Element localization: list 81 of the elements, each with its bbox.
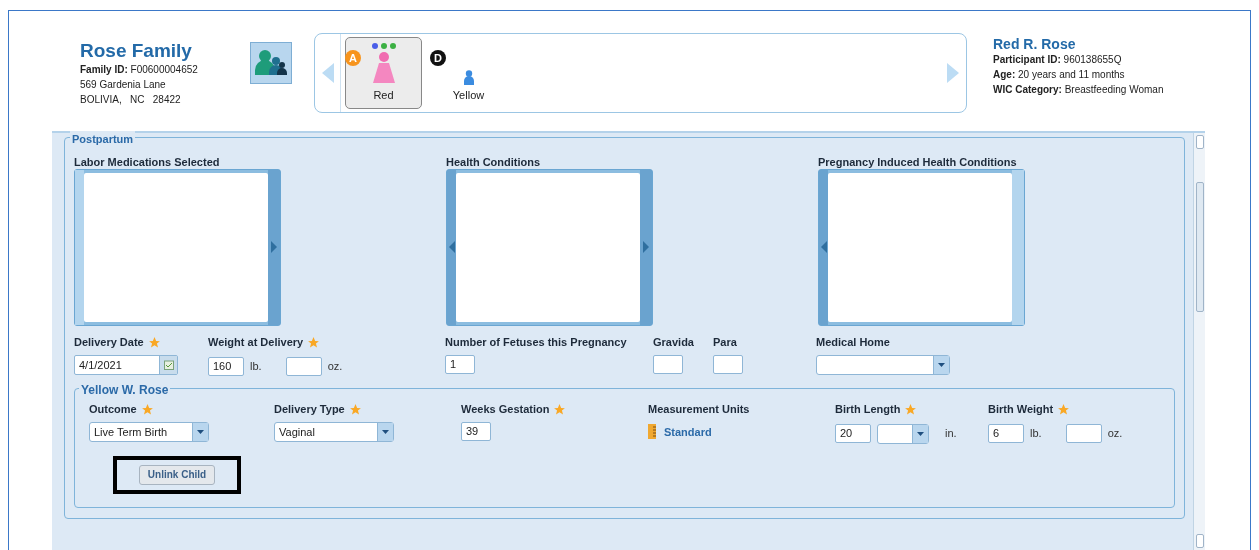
field-label: Delivery Type [274,402,345,418]
caret-icon [197,429,204,434]
input-field[interactable] [653,354,683,374]
dropdown[interactable] [877,423,929,444]
member-name: Yellow [452,87,485,103]
right-arrow-icon[interactable] [947,63,959,83]
input-field[interactable] [285,356,322,376]
participant-id: Participant ID: 960138655Q [993,52,1123,67]
field-label: Outcome [89,402,137,418]
list-edge[interactable] [447,169,456,325]
required-star-icon [307,336,321,349]
calendar-icon [163,359,174,370]
address-line: 569 Gardenia Lane [80,77,167,92]
family-group-icon [254,49,288,77]
left-arrow-icon[interactable] [321,63,334,83]
family-button[interactable] [250,42,292,84]
unit-label: in. [945,426,957,442]
unit-label: oz. [1107,425,1123,441]
list-edge[interactable] [640,169,652,325]
required-star-icon [147,336,161,349]
field-label: Weeks Gestation [461,402,550,418]
ruler-icon [648,424,656,440]
right-arrow-icon[interactable] [643,241,649,253]
unit-label: oz. [327,358,343,374]
date-field[interactable]: 4/1/2021 [74,354,178,375]
units-link[interactable]: Standard [664,423,712,440]
member-tab[interactable]: D Yellow [430,37,507,109]
field-label: Para [713,335,737,351]
badge: D [430,50,446,66]
wic-category: WIC Category: Breastfeeding Woman [993,82,1164,97]
caret-icon [938,362,945,367]
field-label: Number of Fetuses this Pregnancy [445,335,627,351]
unlink-child-button[interactable]: Unlink Child [138,464,216,485]
input-field[interactable]: 160 [208,356,244,376]
input-field[interactable] [1065,423,1102,443]
selection-list[interactable] [446,168,653,326]
unit-label: lb. [1030,425,1042,441]
field-label: Birth Weight [988,402,1054,418]
selection-list[interactable] [818,168,1025,326]
input-field[interactable]: 1 [445,354,475,374]
list-edge[interactable] [268,169,280,325]
selection-list[interactable] [74,168,281,326]
dropdown[interactable]: Live Term Birth [89,421,209,442]
caret-icon [917,431,924,436]
field-label: Gravida [653,335,694,351]
member-name: Red [373,87,394,103]
participant-age: Age: 20 years and 11 months [993,67,1126,82]
dropdown[interactable]: Vaginal [274,421,394,442]
left-arrow-icon[interactable] [820,241,827,253]
list-label: Labor Medications Selected [74,154,221,169]
required-star-icon [348,403,362,416]
family-id: Family ID: F00600004652 [80,62,199,77]
required-star-icon [1057,403,1071,416]
participant-name: Red R. Rose [993,35,1077,52]
input-field[interactable]: 39 [461,421,491,441]
list-edge[interactable] [819,169,828,325]
dropdown[interactable] [816,354,950,375]
field-label: Medical Home [816,335,890,351]
city-state-zip: BOLIVIA, NC 28422 [80,92,182,107]
caret-icon [382,429,389,434]
person-icon [462,69,475,85]
required-star-icon [553,403,567,416]
field-label: Birth Length [835,402,901,418]
family-name: Rose Family [80,39,193,62]
input-field[interactable]: 6 [988,423,1024,443]
required-star-icon [140,403,154,416]
scrollbar[interactable] [1193,133,1205,550]
right-arrow-icon[interactable] [271,241,277,253]
unit-label: lb. [250,358,262,374]
field-label: Delivery Date [74,335,144,351]
input-field[interactable] [713,354,743,374]
member-tab[interactable]: A Red [345,37,422,109]
list-label: Pregnancy Induced Health Conditions [818,154,1018,169]
required-star-icon [904,403,918,416]
section-title: Postpartum [70,131,136,148]
badge: A [345,50,361,66]
field-label: Measurement Units [648,402,750,418]
field-label: Weight at Delivery [208,335,304,351]
left-arrow-icon[interactable] [448,241,455,253]
input-field[interactable]: 20 [835,424,871,443]
list-label: Health Conditions [446,154,542,169]
